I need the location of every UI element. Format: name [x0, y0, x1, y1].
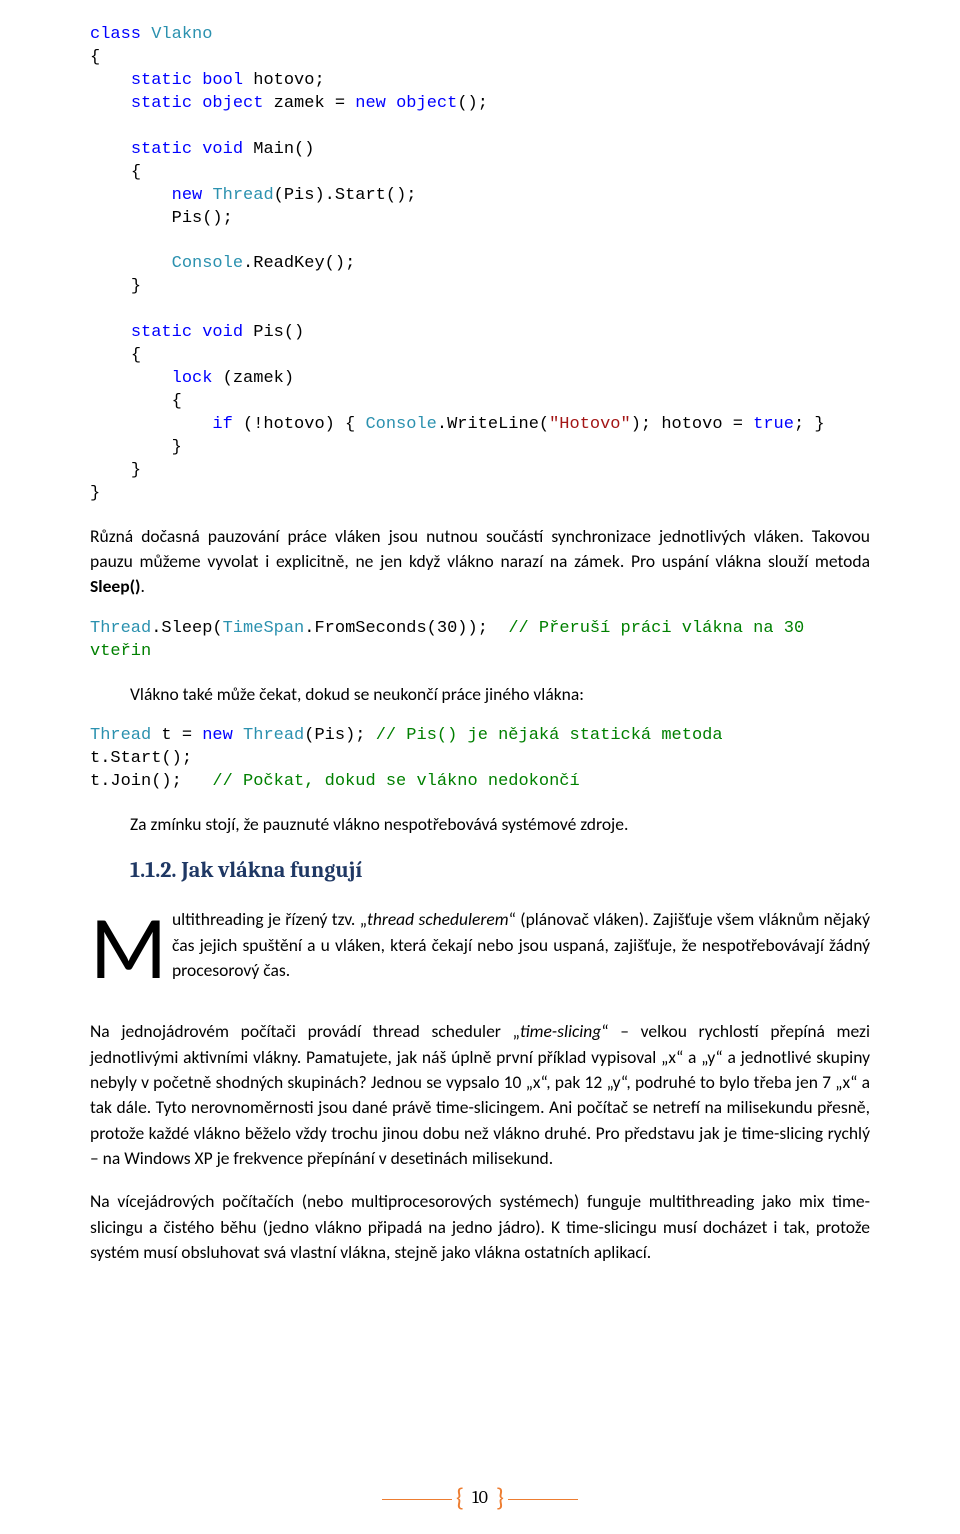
code-block-2: Thread.Sleep(TimeSpan.FromSeconds(30)); … — [90, 618, 870, 664]
code-block-3: Thread t = new Thread(Pis); // Pis() je … — [90, 725, 870, 794]
paragraph-1: Různá dočasná pauzování práce vláken jso… — [90, 524, 870, 600]
paragraph-4: Na jednojádrovém počítači provádí thread… — [90, 1019, 870, 1171]
paragraph-3: Za zmínku stojí, že pauznuté vlákno nesp… — [130, 812, 870, 837]
paragraph-2: Vlákno také může čekat, dokud se neukonč… — [130, 682, 870, 707]
paragraph-5: Na vícejádrových počítačích (nebo multip… — [90, 1189, 870, 1265]
heading-1-1-2: 1.1.2. Jak vlákna fungují — [130, 855, 870, 887]
page-number: { 10 } — [0, 1476, 960, 1514]
code-block-1: class Vlakno { static bool hotovo; stati… — [90, 24, 870, 506]
dropcap-letter: M — [90, 907, 172, 983]
paragraph-dropcap: M ultithreading je řízený tzv. „thread s… — [90, 907, 870, 997]
